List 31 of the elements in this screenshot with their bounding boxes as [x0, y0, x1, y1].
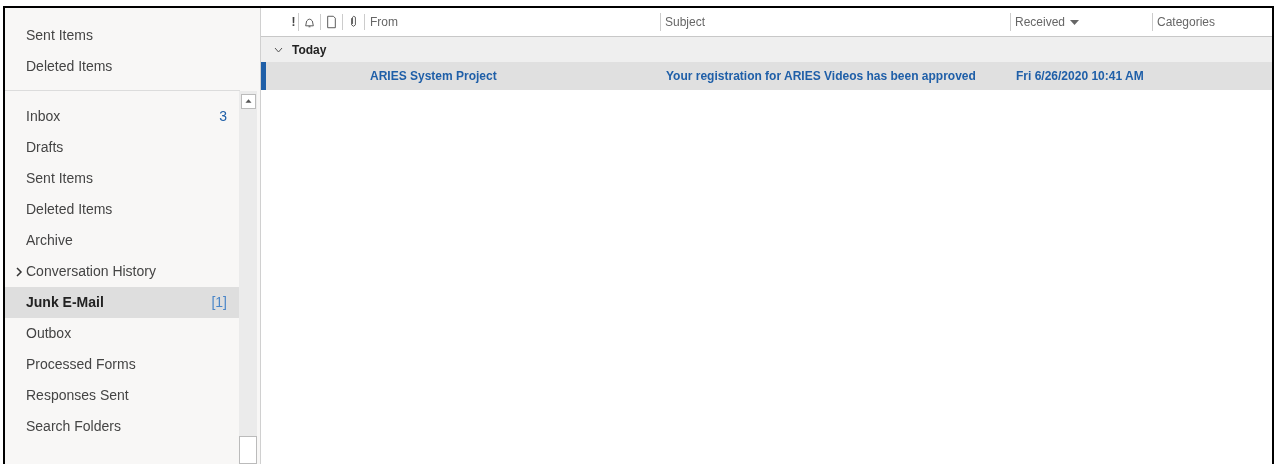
subject-text: Your registration for ARIES Videos has been approved [666, 68, 977, 85]
folder-item[interactable]: Outbox [5, 318, 239, 349]
scrollbar[interactable] [239, 91, 257, 464]
received-text: Fri 6/26/2020 10:41 AM [1016, 68, 1144, 85]
column-heading[interactable]: From [365, 13, 660, 31]
folder-item[interactable]: Responses Sent [5, 380, 239, 411]
chevron-down-icon[interactable] [274, 46, 283, 53]
column-heading[interactable]: Categories [1152, 13, 1216, 31]
group-header[interactable]: Today [261, 37, 1272, 62]
sort-descending-icon [1070, 19, 1080, 25]
importance-column-heading[interactable]: ! [289, 13, 299, 31]
folder-item[interactable]: Deleted Items [5, 51, 260, 82]
scroll-up-icon[interactable] [240, 94, 256, 109]
folder-item[interactable]: Junk E-Mail [1] [5, 287, 239, 318]
chevron-right-icon[interactable] [15, 267, 23, 277]
folder-item[interactable]: Sent Items [5, 20, 260, 51]
folder-item[interactable]: Sent Items [5, 163, 239, 194]
folder-item[interactable]: Archive [5, 225, 239, 256]
column-heading[interactable]: Received [1010, 13, 1152, 31]
folder-item[interactable]: Inbox 3 [5, 101, 239, 132]
scroll-thumb[interactable] [239, 436, 257, 464]
item-count: 3 [219, 107, 227, 126]
folder-item[interactable]: Deleted Items [5, 194, 239, 225]
sender-text: ARIES System Project [370, 68, 498, 85]
folder-item[interactable]: Processed Forms [5, 349, 239, 380]
folder-item[interactable]: Search Folders [5, 411, 239, 442]
folder-item[interactable]: Conversation History [5, 256, 239, 287]
message-row[interactable]: ARIES System Project Your registration for ARIES Videos has been approved Fri 6/26/2020 10:41 AM [261, 62, 1272, 90]
folder-item[interactable]: Drafts [5, 132, 239, 163]
item-count: [1] [211, 293, 227, 312]
column-heading[interactable]: Subject [660, 13, 1010, 31]
